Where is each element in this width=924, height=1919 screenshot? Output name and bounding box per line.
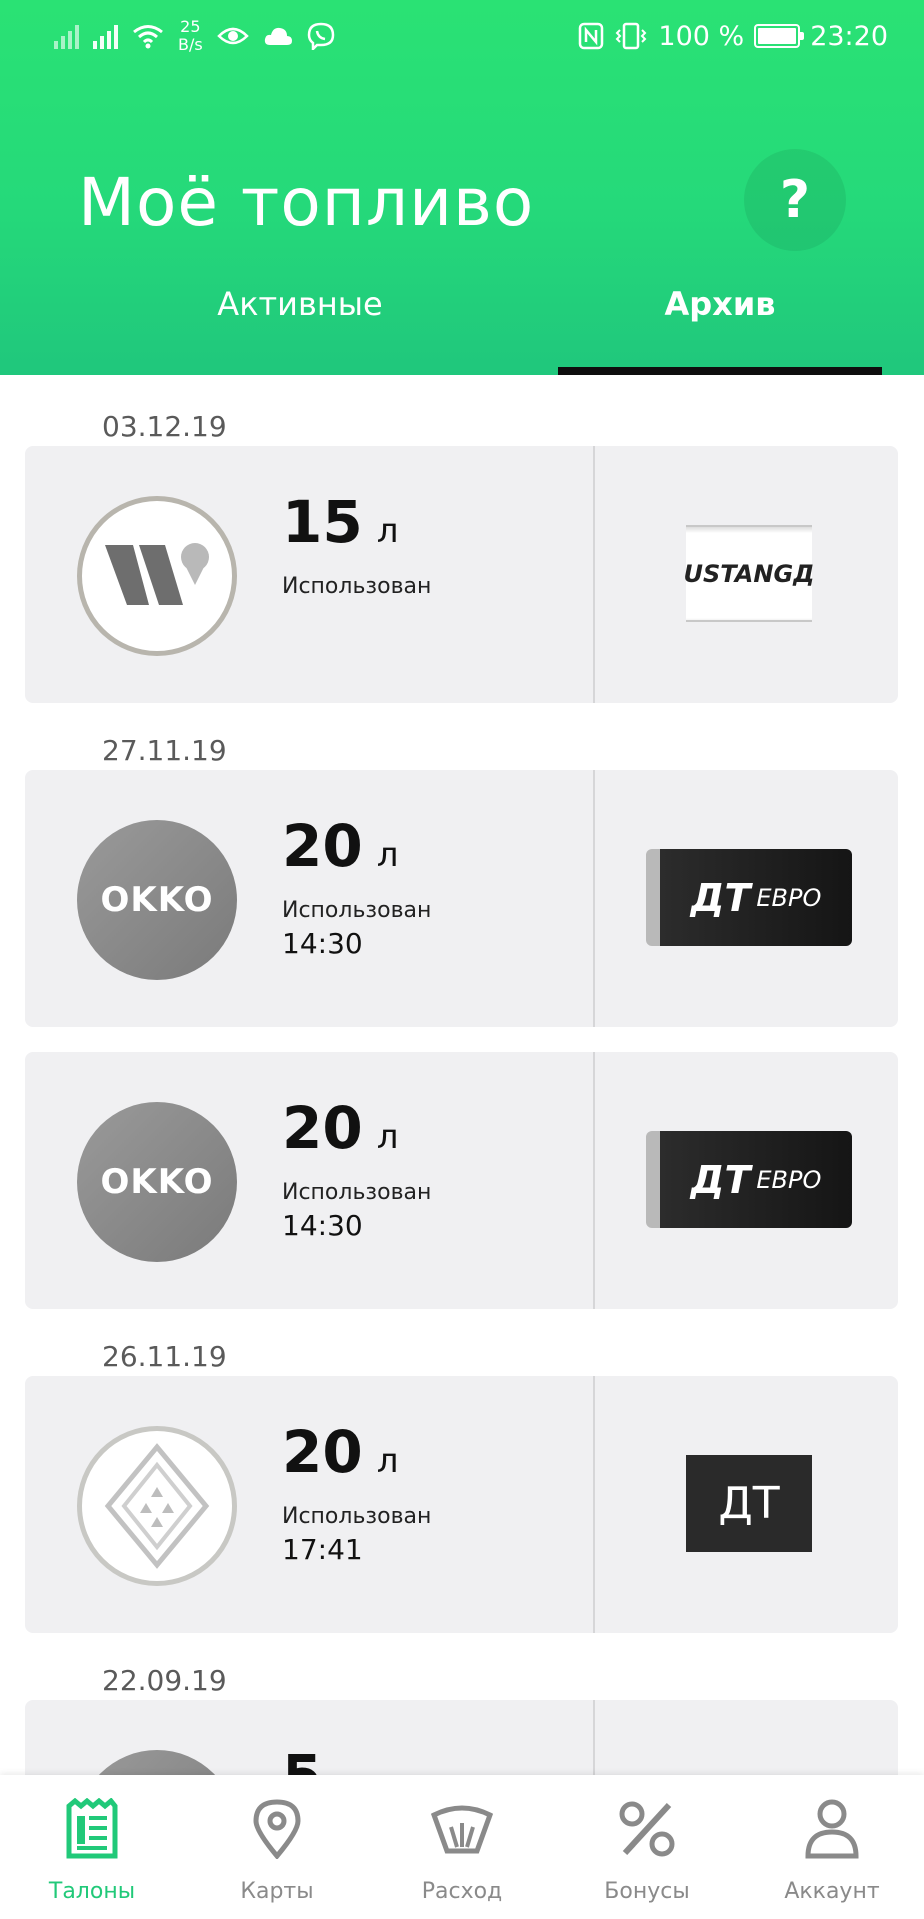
battery-icon <box>754 24 805 48</box>
nav-bonuses-label: Бонусы <box>604 1879 690 1904</box>
tab-bar: Активные Архив <box>0 285 924 375</box>
nfc-icon <box>579 22 604 50</box>
coupon-amount-unit: л <box>376 1117 399 1157</box>
fuel-type-label: ДТ <box>690 875 751 920</box>
app-header: 25 B/s 100 % 23:20 Моё топливо ? Активны… <box>0 0 924 375</box>
okko-logo-text: OKKO <box>100 880 214 920</box>
coupon-status: Использован <box>282 1180 432 1205</box>
nav-consumption-label: Расход <box>421 1879 503 1904</box>
cloud-icon <box>264 27 292 45</box>
coupon-icon <box>60 1797 124 1861</box>
nav-coupons[interactable]: Талоны <box>0 1775 184 1919</box>
status-bar: 25 B/s 100 % 23:20 <box>0 0 924 72</box>
battery-percent: 100 % <box>658 20 745 52</box>
klo-logo-icon <box>77 1426 237 1586</box>
status-bar-left: 25 B/s <box>54 16 335 56</box>
coupon-card[interactable]: 15 л Использован USTANGД <box>25 446 898 703</box>
fuel-type-badge: ДТ ЕВРО <box>646 1131 852 1228</box>
fuel-grade-label: ЕВРО <box>756 1165 822 1194</box>
coupon-amount: 20 л <box>282 812 398 880</box>
okko-logo-icon: OKKO <box>77 1102 237 1262</box>
viber-icon <box>307 22 334 50</box>
status-bar-right: 100 % 23:20 <box>578 16 888 56</box>
tab-active[interactable]: Активные <box>100 285 500 375</box>
card-divider <box>593 770 595 1027</box>
nav-bonuses[interactable]: Бонусы <box>555 1775 739 1919</box>
net-speed-unit: B/s <box>178 35 203 54</box>
coupon-time: 14:30 <box>282 1209 363 1242</box>
nav-account[interactable]: Аккаунт <box>740 1775 924 1919</box>
eye-icon <box>216 27 249 45</box>
nav-cards[interactable]: Карты <box>185 1775 369 1919</box>
wog-logo-icon <box>77 496 237 656</box>
card-divider <box>593 1376 595 1633</box>
page-title: Моё топливо <box>78 164 535 241</box>
nav-coupons-label: Талоны <box>48 1879 136 1904</box>
vibrate-icon <box>615 22 647 50</box>
fuel-type-badge: ДТ <box>686 1455 812 1552</box>
wifi-icon <box>133 25 163 49</box>
net-speed: 25 B/s <box>178 18 203 54</box>
coupon-amount-value: 15 <box>282 488 363 556</box>
fuel-type-badge: USTANGД <box>683 525 815 622</box>
net-speed-value: 25 <box>180 17 201 36</box>
user-icon <box>800 1797 864 1861</box>
coupon-amount-value: 20 <box>282 1094 363 1162</box>
nav-cards-label: Карты <box>240 1879 314 1904</box>
gauge-icon <box>430 1797 494 1861</box>
fuel-type-label: USTANGД <box>683 559 815 588</box>
coupon-amount: 15 л <box>282 488 398 556</box>
fuel-type-label: ДТ <box>718 1478 780 1529</box>
signal-sim1-icon <box>54 23 79 49</box>
coupon-status: Использован <box>282 1504 432 1529</box>
okko-logo-icon: OKKO <box>77 820 237 980</box>
fuel-type-label: ДТ <box>690 1157 751 1202</box>
coupon-amount-value: 20 <box>282 1418 363 1486</box>
clock: 23:20 <box>810 20 888 52</box>
nav-account-label: Аккаунт <box>784 1879 880 1904</box>
fuel-grade-label: ЕВРО <box>756 883 822 912</box>
date-header: 22.09.19 <box>102 1664 227 1697</box>
coupon-time: 17:41 <box>282 1533 363 1566</box>
date-header: 27.11.19 <box>102 734 227 767</box>
card-divider <box>593 446 595 703</box>
coupon-amount: 20 л <box>282 1418 398 1486</box>
percent-icon <box>615 1797 679 1861</box>
signal-sim2-icon <box>93 23 118 49</box>
coupon-amount-unit: л <box>376 835 399 875</box>
coupon-amount-unit: л <box>376 1441 399 1481</box>
map-pin-icon <box>245 1797 309 1861</box>
coupon-card[interactable]: OKKO 20 л Использован 14:30 ДТ ЕВРО <box>25 1052 898 1309</box>
card-divider <box>593 1052 595 1309</box>
tab-indicator <box>558 367 882 375</box>
date-header: 03.12.19 <box>102 410 227 443</box>
coupon-amount-unit: л <box>376 511 399 551</box>
tab-archive[interactable]: Архив <box>558 285 882 375</box>
coupon-amount-value: 20 <box>282 812 363 880</box>
coupon-status: Использован <box>282 574 432 599</box>
coupon-time: 14:30 <box>282 927 363 960</box>
coupon-status: Использован <box>282 898 432 923</box>
date-header: 26.11.19 <box>102 1340 227 1373</box>
help-button[interactable]: ? <box>744 149 846 251</box>
okko-logo-text: OKKO <box>100 1162 214 1202</box>
bottom-navigation: Талоны Карты Расход Бонусы Аккаунт <box>0 1775 924 1919</box>
coupon-amount: 20 л <box>282 1094 398 1162</box>
coupon-card[interactable]: 20 л Использован 17:41 ДТ <box>25 1376 898 1633</box>
coupon-card[interactable]: OKKO 20 л Использован 14:30 ДТ ЕВРО <box>25 770 898 1027</box>
fuel-type-badge: ДТ ЕВРО <box>646 849 852 946</box>
nav-consumption[interactable]: Расход <box>370 1775 554 1919</box>
